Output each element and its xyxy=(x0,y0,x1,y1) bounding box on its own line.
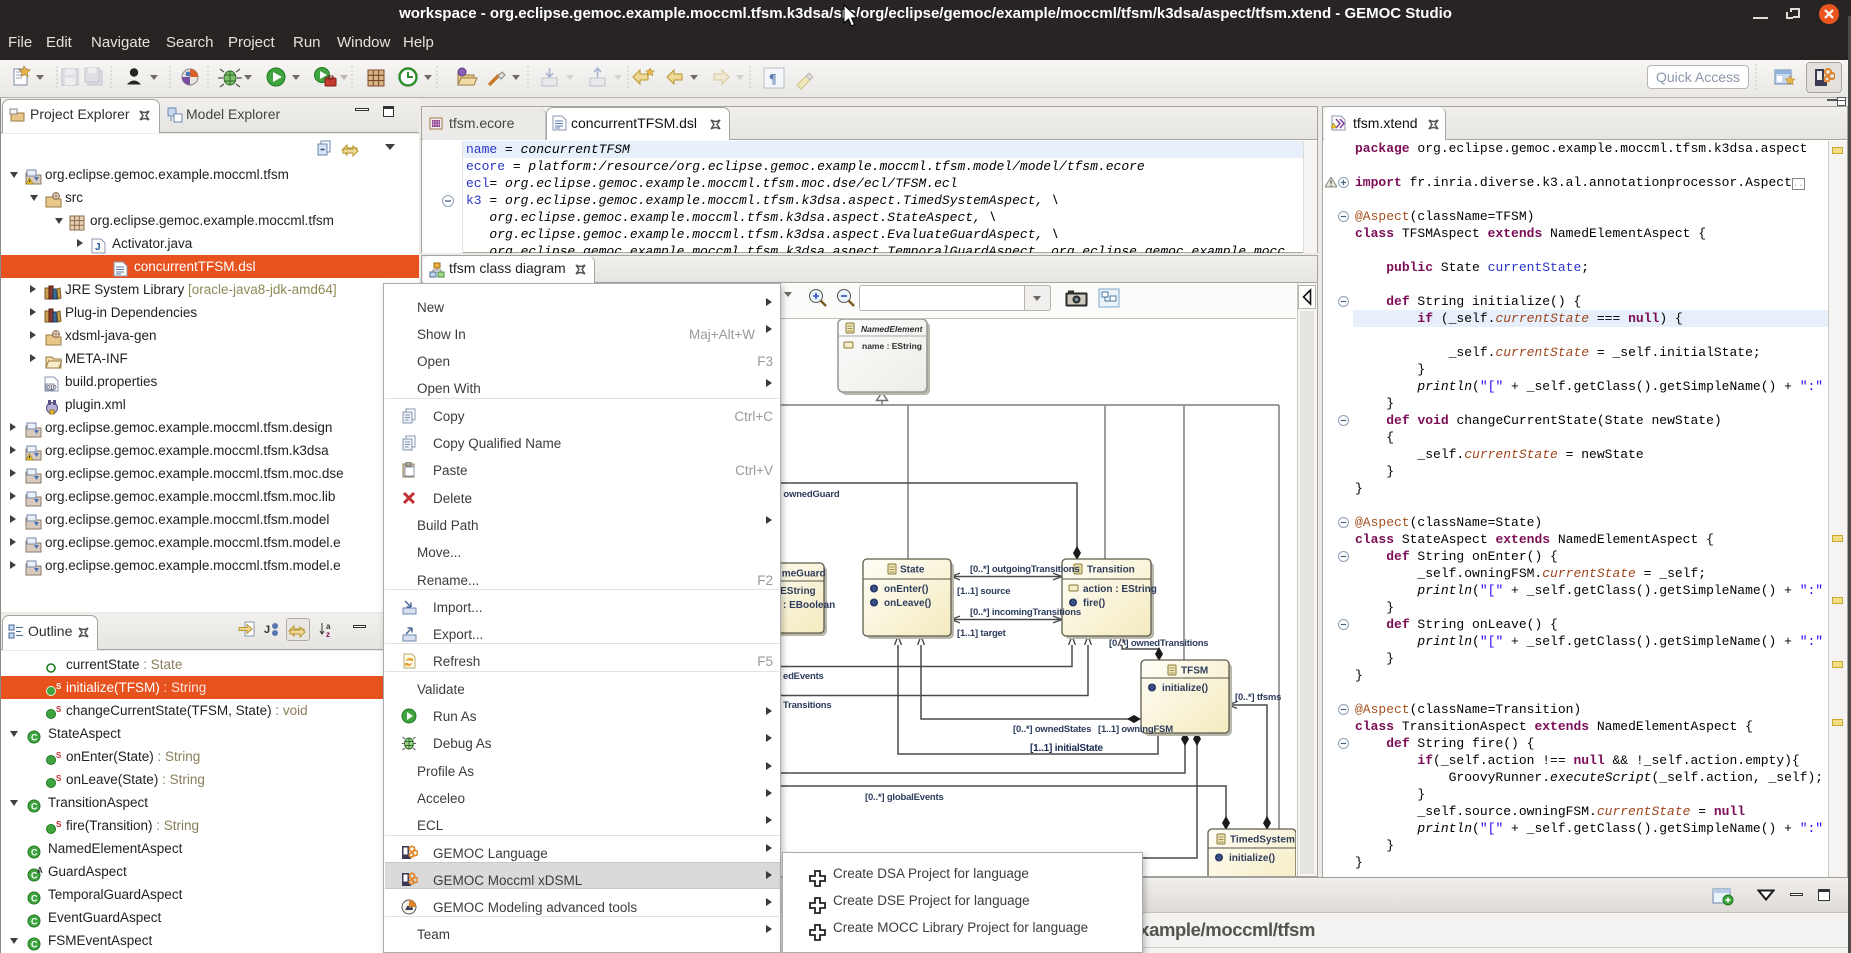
svg-text:C: C xyxy=(31,940,38,950)
svg-text:[0..*] ownedTransitions: [0..*] ownedTransitions xyxy=(1109,638,1208,649)
svg-text:¶: ¶ xyxy=(769,72,777,87)
svg-text:S: S xyxy=(56,705,61,714)
svg-text:S: S xyxy=(56,751,61,760)
svg-text:action : EString: action : EString xyxy=(1083,584,1157,595)
svg-text:[0..*] outgoingTransitions: [0..*] outgoingTransitions xyxy=(970,564,1079,575)
svg-text:J: J xyxy=(95,242,101,253)
svg-text:fire(): fire() xyxy=(1083,598,1105,609)
svg-text:J: J xyxy=(264,624,270,636)
svg-text:C: C xyxy=(31,802,38,812)
svg-text:S: S xyxy=(56,682,61,691)
svg-text:Transition: Transition xyxy=(1087,565,1135,576)
svg-text:S: S xyxy=(56,774,61,783)
svg-text:: EBoolean: : EBoolean xyxy=(783,600,835,611)
svg-text:State: State xyxy=(900,565,925,576)
svg-text:NamedElement: NamedElement xyxy=(861,324,924,334)
svg-text:[0..*] globalEvents: [0..*] globalEvents xyxy=(865,792,944,803)
svg-text:initialize(): initialize() xyxy=(1162,683,1208,694)
svg-text:[1..1] target: [1..1] target xyxy=(957,628,1007,639)
svg-text:TFSM: TFSM xyxy=(1181,666,1208,677)
svg-text:initialize(): initialize() xyxy=(1229,853,1275,864)
svg-text:C: C xyxy=(31,894,38,904)
svg-text:edEvents: edEvents xyxy=(783,671,824,682)
svg-text:010: 010 xyxy=(47,386,58,392)
svg-text:[1..1] owningFSM: [1..1] owningFSM xyxy=(1098,724,1173,735)
svg-text:C: C xyxy=(31,917,38,927)
svg-text:[0..*] incomingTransitions: [0..*] incomingTransitions xyxy=(970,607,1081,618)
svg-text:[1..1] source: [1..1] source xyxy=(957,586,1010,597)
svg-text:[1..1] initialState: [1..1] initialState xyxy=(1030,743,1104,754)
svg-text:[0..*] tfsms: [0..*] tfsms xyxy=(1235,692,1281,703)
svg-text:Transitions: Transitions xyxy=(783,700,831,711)
svg-text:S: S xyxy=(56,820,61,829)
svg-text:onLeave(): onLeave() xyxy=(884,598,931,609)
svg-text:C: C xyxy=(31,733,38,743)
svg-text:A: A xyxy=(37,866,43,875)
svg-text:TimedSystem: TimedSystem xyxy=(1230,835,1295,846)
svg-text:name : EString: name : EString xyxy=(862,341,922,351)
svg-text:onEnter(): onEnter() xyxy=(884,584,928,595)
svg-text:C: C xyxy=(31,848,38,858)
svg-text:[0..*] ownedStates: [0..*] ownedStates xyxy=(1013,724,1091,735)
svg-text:z: z xyxy=(326,630,330,638)
